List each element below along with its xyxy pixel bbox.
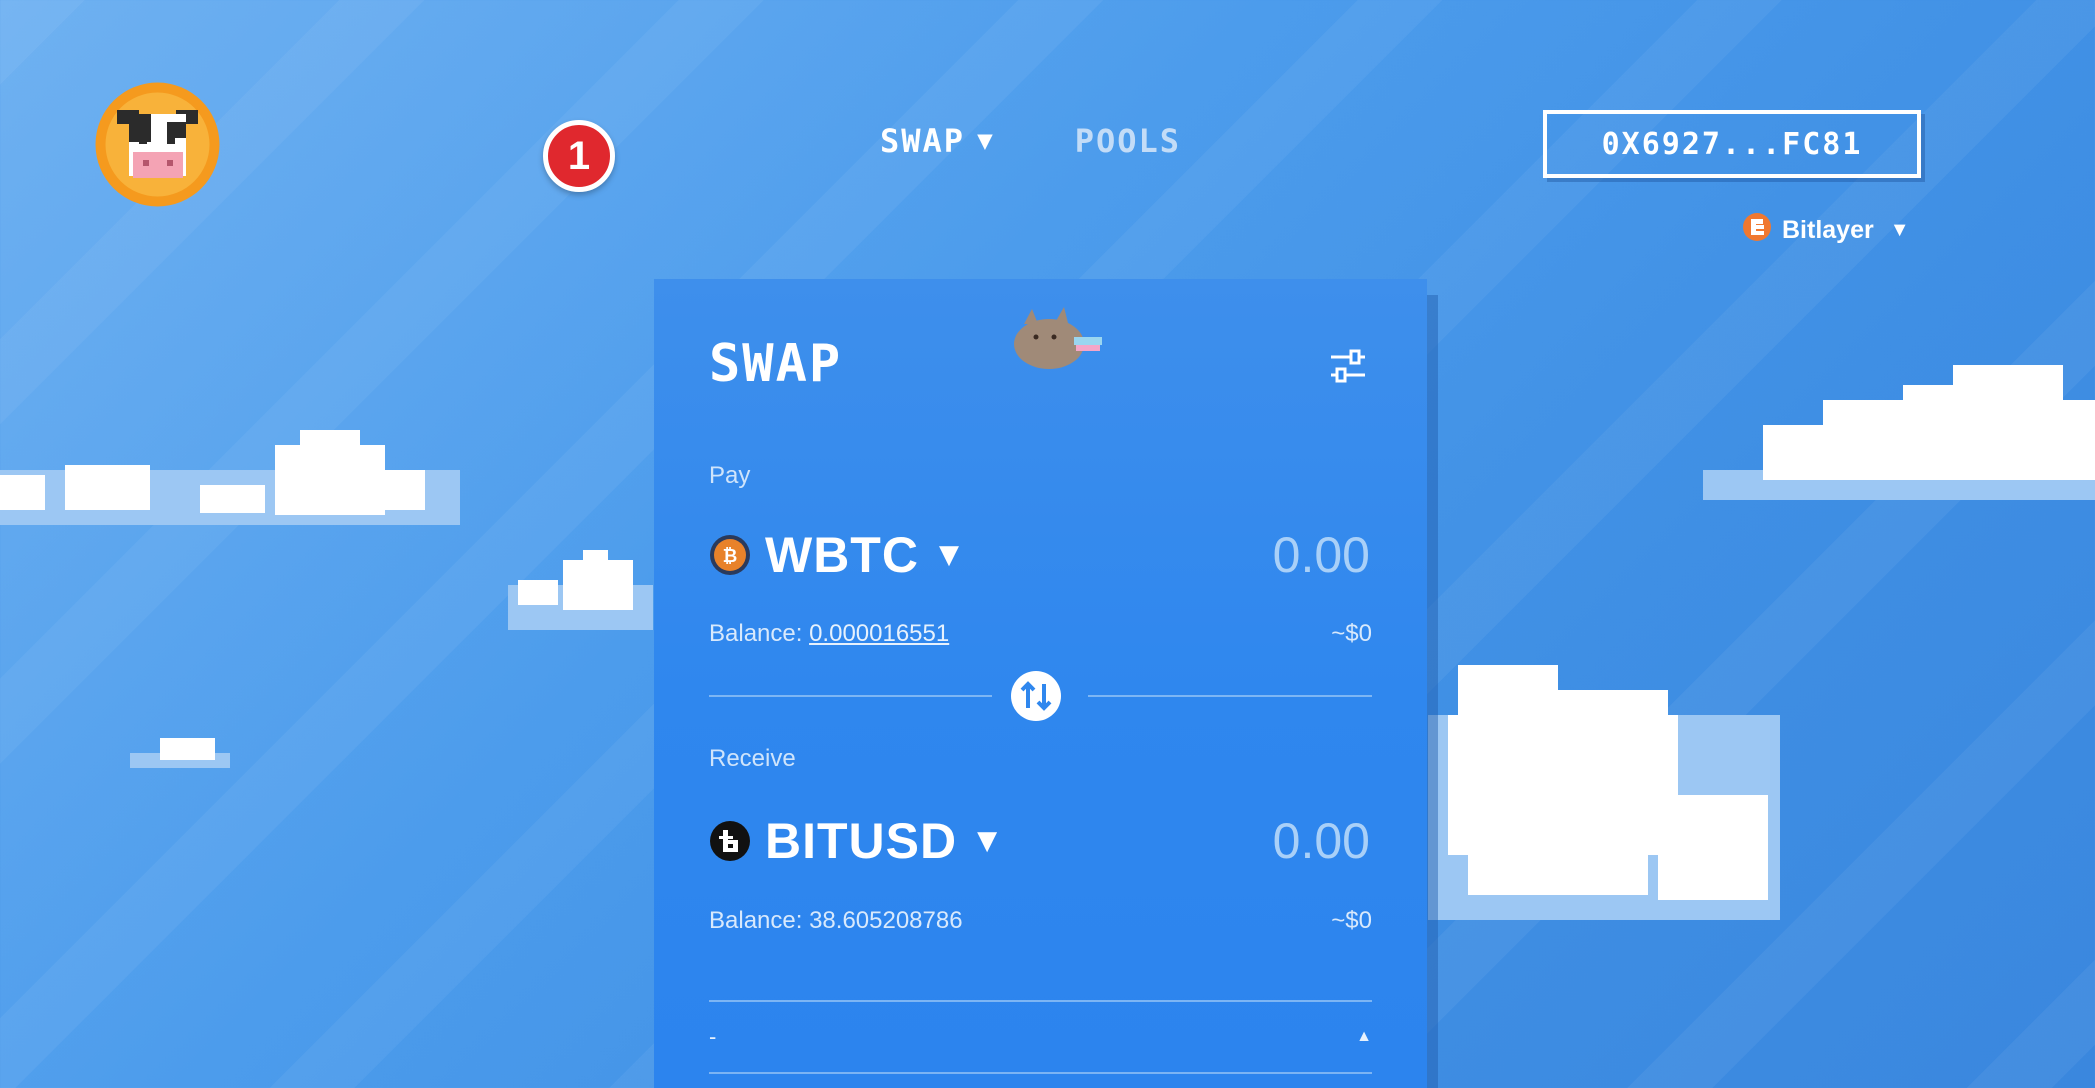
chevron-up-icon: ▲ bbox=[1356, 1028, 1372, 1045]
swap-card: SWAP Pay ₿ WBTC ▼ 0.00 Balance: 0.000016… bbox=[654, 279, 1427, 1088]
svg-text:₿: ₿ bbox=[723, 546, 738, 566]
pay-amount-input[interactable] bbox=[1108, 525, 1372, 585]
cloud-left-small bbox=[508, 550, 653, 630]
network-selector[interactable]: Bitlayer ▼ bbox=[1742, 212, 1910, 249]
receive-token-row: BITUSD ▼ bbox=[709, 806, 1372, 876]
receive-amount-input[interactable] bbox=[1108, 811, 1372, 871]
pay-balance: Balance: 0.000016551 bbox=[709, 620, 949, 648]
cloud-left-large bbox=[0, 430, 460, 525]
main-nav: SWAP ▼ POOLS bbox=[880, 122, 1181, 160]
network-label: Bitlayer bbox=[1782, 216, 1874, 244]
receive-label: Receive bbox=[709, 745, 796, 772]
pay-label: Pay bbox=[709, 462, 751, 489]
swap-direction-icon[interactable] bbox=[1009, 669, 1063, 723]
swap-details-row[interactable]: - ▲ bbox=[709, 1000, 1372, 1074]
pay-token-selector[interactable]: ₿ WBTC ▼ bbox=[709, 526, 959, 584]
pay-token-row: ₿ WBTC ▼ bbox=[709, 520, 1372, 590]
nav-pools[interactable]: POOLS bbox=[1075, 122, 1181, 160]
swap-title: SWAP bbox=[709, 334, 843, 394]
chevron-down-icon: ▼ bbox=[977, 826, 998, 856]
nav-swap-label: SWAP bbox=[880, 122, 966, 160]
pay-usd-value: ~$0 bbox=[1331, 620, 1372, 647]
notification-badge[interactable]: 1 bbox=[543, 120, 615, 192]
settings-sliders-icon[interactable] bbox=[1327, 345, 1369, 387]
divider-left bbox=[709, 695, 992, 697]
pay-balance-row: Balance: 0.000016551 ~$0 bbox=[709, 620, 1372, 648]
pusheen-cat-icon bbox=[1004, 299, 1104, 384]
receive-token-selector[interactable]: BITUSD ▼ bbox=[709, 812, 997, 870]
bitusd-icon bbox=[709, 820, 751, 862]
receive-balance-row: Balance: 38.605208786 ~$0 bbox=[709, 907, 1372, 935]
cloud-right-large bbox=[1428, 665, 1780, 920]
wallet-address-label: 0X6927...FC81 bbox=[1601, 126, 1863, 162]
receive-balance: Balance: 38.605208786 bbox=[709, 907, 963, 935]
divider-right bbox=[1088, 695, 1372, 697]
cloud-right-top bbox=[1703, 365, 2095, 500]
cloud-tiny bbox=[130, 733, 230, 768]
chevron-down-icon: ▼ bbox=[977, 126, 995, 156]
pay-balance-label: Balance: bbox=[709, 620, 803, 647]
receive-usd-value: ~$0 bbox=[1331, 907, 1372, 934]
wallet-address-button[interactable]: 0X6927...FC81 bbox=[1543, 110, 1921, 178]
receive-balance-value: 38.605208786 bbox=[809, 907, 963, 934]
receive-token-name: BITUSD bbox=[765, 813, 958, 869]
chevron-down-icon: ▼ bbox=[938, 540, 959, 570]
nav-pools-label: POOLS bbox=[1074, 122, 1182, 160]
bitlayer-icon bbox=[1742, 212, 1772, 249]
pay-token-name: WBTC bbox=[765, 527, 919, 583]
cow-logo-icon[interactable] bbox=[95, 82, 220, 207]
receive-balance-label: Balance: bbox=[709, 907, 803, 934]
chevron-down-icon: ▼ bbox=[1889, 219, 1910, 241]
wbtc-icon: ₿ bbox=[709, 534, 751, 576]
pay-balance-value[interactable]: 0.000016551 bbox=[809, 620, 949, 647]
swap-details-text: - bbox=[709, 1024, 717, 1049]
nav-swap[interactable]: SWAP ▼ bbox=[880, 122, 995, 160]
